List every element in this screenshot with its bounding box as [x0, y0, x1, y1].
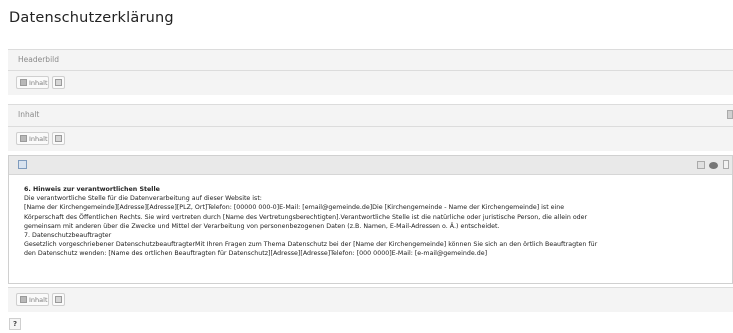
content-line: 7. Datenschutzbeauftragter: [24, 232, 112, 240]
new-content-button-inhalt-top[interactable]: Inhalt: [16, 132, 49, 145]
headerbild-toolbar: Inhalt: [8, 70, 733, 95]
new-content-label: Inhalt: [29, 295, 48, 304]
content-line: Gesetzlich vorgeschriebener Datenschutzb…: [24, 241, 598, 249]
content-element-body[interactable]: 6. Hinweis zur verantwortlichen Stelle D…: [24, 185, 729, 259]
paste-icon: [55, 296, 62, 303]
edit-icon[interactable]: [697, 161, 705, 169]
content-element-card: 6. Hinweis zur verantwortlichen Stelle D…: [8, 155, 733, 284]
paste-button-headerbild[interactable]: [52, 76, 65, 89]
column-label-headerbild: Headerbild: [18, 55, 59, 64]
column-header-headerbild: Headerbild: [8, 49, 733, 70]
column-label-inhalt: Inhalt: [18, 110, 40, 119]
new-content-icon: [20, 79, 27, 86]
new-content-icon: [20, 135, 27, 142]
new-content-label: Inhalt: [29, 78, 48, 87]
content-heading: 6. Hinweis zur verantwortlichen Stelle: [24, 186, 160, 193]
content-line: [Name der Kirchengemeinde][Adresse][Adre…: [24, 204, 565, 212]
new-content-icon: [20, 296, 27, 303]
paste-button-inhalt-bottom[interactable]: [52, 293, 65, 306]
content-line: gemeinsam mit anderen über die Zwecke un…: [24, 222, 500, 230]
new-content-label: Inhalt: [29, 134, 48, 143]
delete-icon[interactable]: [723, 160, 729, 169]
content-line: Körperschaft des Öffentlichen Rechts. Si…: [24, 213, 588, 221]
column-header-inhalt: Inhalt: [8, 104, 733, 126]
new-content-button-inhalt-bottom[interactable]: Inhalt: [16, 293, 49, 306]
help-button[interactable]: ?: [9, 318, 21, 330]
inhalt-toolbar-bottom: Inhalt: [8, 287, 733, 312]
paste-button-inhalt-top[interactable]: [52, 132, 65, 145]
page-title: Datenschutzerklärung: [9, 10, 174, 26]
column-options-icon[interactable]: [727, 110, 733, 119]
content-element-header: [9, 156, 732, 175]
paste-icon: [55, 135, 62, 142]
inhalt-toolbar-top: Inhalt: [8, 126, 733, 151]
paste-icon: [55, 79, 62, 86]
content-line: Die verantwortliche Stelle für die Daten…: [24, 195, 262, 203]
new-content-button-headerbild[interactable]: Inhalt: [16, 76, 49, 89]
text-element-icon: [18, 160, 27, 169]
hide-icon[interactable]: [709, 162, 718, 169]
content-line: den Datenschutz wenden: [Name des ortlic…: [24, 250, 488, 258]
